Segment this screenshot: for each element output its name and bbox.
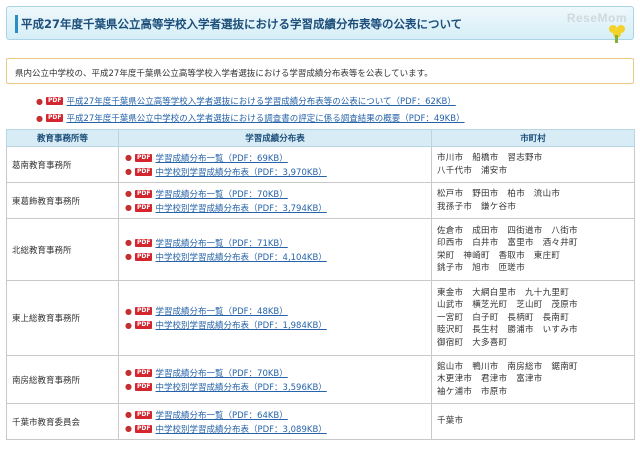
bullet-icon: ● <box>125 410 132 419</box>
municipality-line: 袖ケ浦市 市原市 <box>437 386 508 397</box>
bullet-icon: ● <box>125 167 132 176</box>
pdf-icon: PDF <box>134 238 153 247</box>
pdf-icon: PDF <box>134 189 153 198</box>
municipality-line: 佐倉市 成田市 四街道市 八街市 <box>437 225 578 236</box>
link-item: ● PDF 平成27年度千葉県公立高等学校入学者選抜における学習成績分布表等の公… <box>36 94 465 108</box>
summary-pdf-link[interactable]: 学習成績分布一覧（PDF：70KB） <box>155 367 287 379</box>
file-links: ● PDF 学習成績分布一覧（PDF：48KB） ● PDF 中学校別学習成績分布表（P… <box>118 280 432 356</box>
bullet-icon: ● <box>36 113 43 123</box>
municipality-line: 御宿町 大多喜町 <box>437 337 508 348</box>
pdf-icon: PDF <box>134 307 153 315</box>
municipality-list: 館山市 鴨川市 南房総市 鋸南町 木更津市 君津市 富津市 袖ケ浦市 市原市 <box>431 355 635 404</box>
bullet-icon: ● <box>125 189 132 198</box>
rapeseed-flower-icon <box>607 25 627 43</box>
summary-pdf-link[interactable]: 学習成績分布一覧（PDF：48KB） <box>155 305 287 317</box>
municipality-list: 市川市 船橋市 習志野市 八千代市 浦安市 <box>431 146 635 183</box>
municipality-line: 松戸市 野田市 柏市 流山市 <box>437 189 561 199</box>
bullet-icon: ● <box>36 96 43 106</box>
office-name: 東上総教育事務所 <box>6 280 119 356</box>
title-accent <box>15 15 18 33</box>
site-logo: ReseMom <box>566 11 627 25</box>
survey-summary-pdf-link[interactable]: 平成27年度千葉県公立中学校の入学者選抜における調査書の評定に係る調査結果の概要… <box>66 112 464 124</box>
school-pdf-link[interactable]: 中学校別学習成績分布表（PDF：3,970KB） <box>155 166 326 178</box>
pdf-icon: PDF <box>134 410 153 419</box>
school-pdf-link[interactable]: 中学校別学習成績分布表（PDF：3,794KB） <box>155 202 326 214</box>
table-row: 北総教育事務所 ● PDF 学習成績分布一覧（PDF：71KB） ● PDF 中学校別学… <box>6 218 635 281</box>
municipality-line: 市川市 船橋市 習志野市 <box>437 153 543 163</box>
pdf-icon: PDF <box>134 167 153 176</box>
office-name: 葛南教育事務所 <box>6 146 119 183</box>
table-row: 葛南教育事務所 ● PDF 学習成績分布一覧（PDF：69KB） ● PDF 中学校別学… <box>6 146 635 183</box>
office-name: 千葉市教育委員会 <box>6 403 119 440</box>
bullet-icon: ● <box>125 382 132 391</box>
bullet-icon: ● <box>125 320 132 330</box>
school-pdf-link[interactable]: 中学校別学習成績分布表（PDF：1,984KB） <box>155 319 326 331</box>
file-links: ● PDF 学習成績分布一覧（PDF：64KB） ● PDF 中学校別学習成績分布表（P… <box>118 403 432 440</box>
municipality-list: 松戸市 野田市 柏市 流山市 我孫子市 鎌ケ谷市 <box>431 182 635 219</box>
municipality-line: 山武市 横芝光町 芝山町 茂原市 <box>437 300 578 311</box>
summary-pdf-link[interactable]: 学習成績分布一覧（PDF：69KB） <box>155 152 287 164</box>
pdf-icon: PDF <box>134 382 153 391</box>
intro-box: 県内公立中学校の、平成27年度千葉県公立高等学校入学者選抜における学習成績分布表… <box>6 58 634 84</box>
municipality-line: 木更津市 君津市 富津市 <box>437 374 543 385</box>
office-name: 東葛飾教育事務所 <box>6 182 119 219</box>
file-links: ● PDF 学習成績分布一覧（PDF：70KB） ● PDF 中学校別学習成績分布表（P… <box>118 182 432 219</box>
school-pdf-link[interactable]: 中学校別学習成績分布表（PDF：3,596KB） <box>155 381 326 393</box>
municipality-line: 館山市 鴨川市 南房総市 鋸南町 <box>437 361 578 372</box>
page-title: 平成27年度千葉県公立高等学校入学者選抜における学習成績分布表等の公表について <box>21 17 463 31</box>
intro-text: 県内公立中学校の、平成27年度千葉県公立高等学校入学者選抜における学習成績分布表… <box>15 69 433 79</box>
municipality-list: 東金市 大網白里市 九十九里町 山武市 横芝光町 芝山町 茂原市 一宮町 白子町… <box>431 280 635 356</box>
municipality-line: 我孫子市 鎌ケ谷市 <box>437 201 517 212</box>
distribution-table: 教育事務所等 学習成績分布表 市町村 葛南教育事務所 ● PDF 学習成績分布一覧（… <box>6 129 635 440</box>
school-pdf-link[interactable]: 中学校別学習成績分布表（PDF：4,104KB） <box>155 251 326 263</box>
bullet-icon: ● <box>125 424 132 433</box>
bullet-icon: ● <box>125 306 132 316</box>
announcement-pdf-link[interactable]: 平成27年度千葉県公立高等学校入学者選抜における学習成績分布表等の公表について（… <box>66 95 455 107</box>
pdf-icon: PDF <box>45 97 64 105</box>
office-name: 北総教育事務所 <box>6 218 119 281</box>
file-links: ● PDF 学習成績分布一覧（PDF：70KB） ● PDF 中学校別学習成績分布表（P… <box>118 355 432 404</box>
page-title-bar: 平成27年度千葉県公立高等学校入学者選抜における学習成績分布表等の公表について … <box>6 6 634 43</box>
link-item: ● PDF 平成27年度千葉県公立中学校の入学者選抜における調査書の評定に係る調… <box>36 111 465 125</box>
header-distribution: 学習成績分布表 <box>118 129 432 147</box>
pdf-icon: PDF <box>134 368 153 377</box>
pdf-icon: PDF <box>134 153 153 162</box>
municipality-line: 銚子市 旭市 匝瑳市 <box>437 263 526 273</box>
school-pdf-link[interactable]: 中学校別学習成績分布表（PDF：3,089KB） <box>155 423 326 435</box>
municipality-line: 八千代市 浦安市 <box>437 165 508 176</box>
header-office: 教育事務所等 <box>6 129 119 147</box>
municipality-line: 千葉市 <box>437 416 464 427</box>
bullet-icon: ● <box>125 153 132 162</box>
header-municipalities: 市町村 <box>431 129 635 147</box>
municipality-line: 睦沢町 長生村 勝浦市 いすみ市 <box>437 325 578 336</box>
pdf-icon: PDF <box>45 114 64 122</box>
municipality-line: 東金市 大網白里市 九十九里町 <box>437 287 570 298</box>
pdf-icon: PDF <box>134 321 153 329</box>
table-row: 千葉市教育委員会 ● PDF 学習成績分布一覧（PDF：64KB） ● PDF 中学校別… <box>6 403 635 440</box>
municipality-list: 佐倉市 成田市 四街道市 八街市 印西市 白井市 富里市 酒々井町 栄町 神崎町… <box>431 218 635 281</box>
summary-pdf-link[interactable]: 学習成績分布一覧（PDF：64KB） <box>155 409 287 421</box>
municipality-line: 一宮町 白子町 長柄町 長南町 <box>437 312 570 323</box>
summary-pdf-link[interactable]: 学習成績分布一覧（PDF：71KB） <box>155 237 287 249</box>
table-header-row: 教育事務所等 学習成績分布表 市町村 <box>6 129 635 147</box>
summary-pdf-link[interactable]: 学習成績分布一覧（PDF：70KB） <box>155 188 287 200</box>
municipality-line: 印西市 白井市 富里市 酒々井町 <box>437 238 578 248</box>
pdf-icon: PDF <box>134 203 153 212</box>
bullet-icon: ● <box>125 203 132 212</box>
table-row: 東上総教育事務所 ● PDF 学習成績分布一覧（PDF：48KB） ● PDF 中学校別… <box>6 280 635 356</box>
bullet-icon: ● <box>125 368 132 377</box>
municipality-list: 千葉市 <box>431 403 635 440</box>
pdf-icon: PDF <box>134 252 153 261</box>
bullet-icon: ● <box>125 252 132 261</box>
municipality-line: 栄町 神崎町 香取市 東庄町 <box>437 250 561 261</box>
file-links: ● PDF 学習成績分布一覧（PDF：69KB） ● PDF 中学校別学習成績分布表（P… <box>118 146 432 183</box>
bullet-icon: ● <box>125 238 132 247</box>
table-row: 南房総教育事務所 ● PDF 学習成績分布一覧（PDF：70KB） ● PDF 中学校別… <box>6 355 635 404</box>
document-links: ● PDF 平成27年度千葉県公立高等学校入学者選抜における学習成績分布表等の公… <box>36 94 465 128</box>
table-row: 東葛飾教育事務所 ● PDF 学習成績分布一覧（PDF：70KB） ● PDF 中学校別… <box>6 182 635 219</box>
office-name: 南房総教育事務所 <box>6 355 119 404</box>
file-links: ● PDF 学習成績分布一覧（PDF：71KB） ● PDF 中学校別学習成績分布表（P… <box>118 218 432 281</box>
pdf-icon: PDF <box>134 424 153 433</box>
